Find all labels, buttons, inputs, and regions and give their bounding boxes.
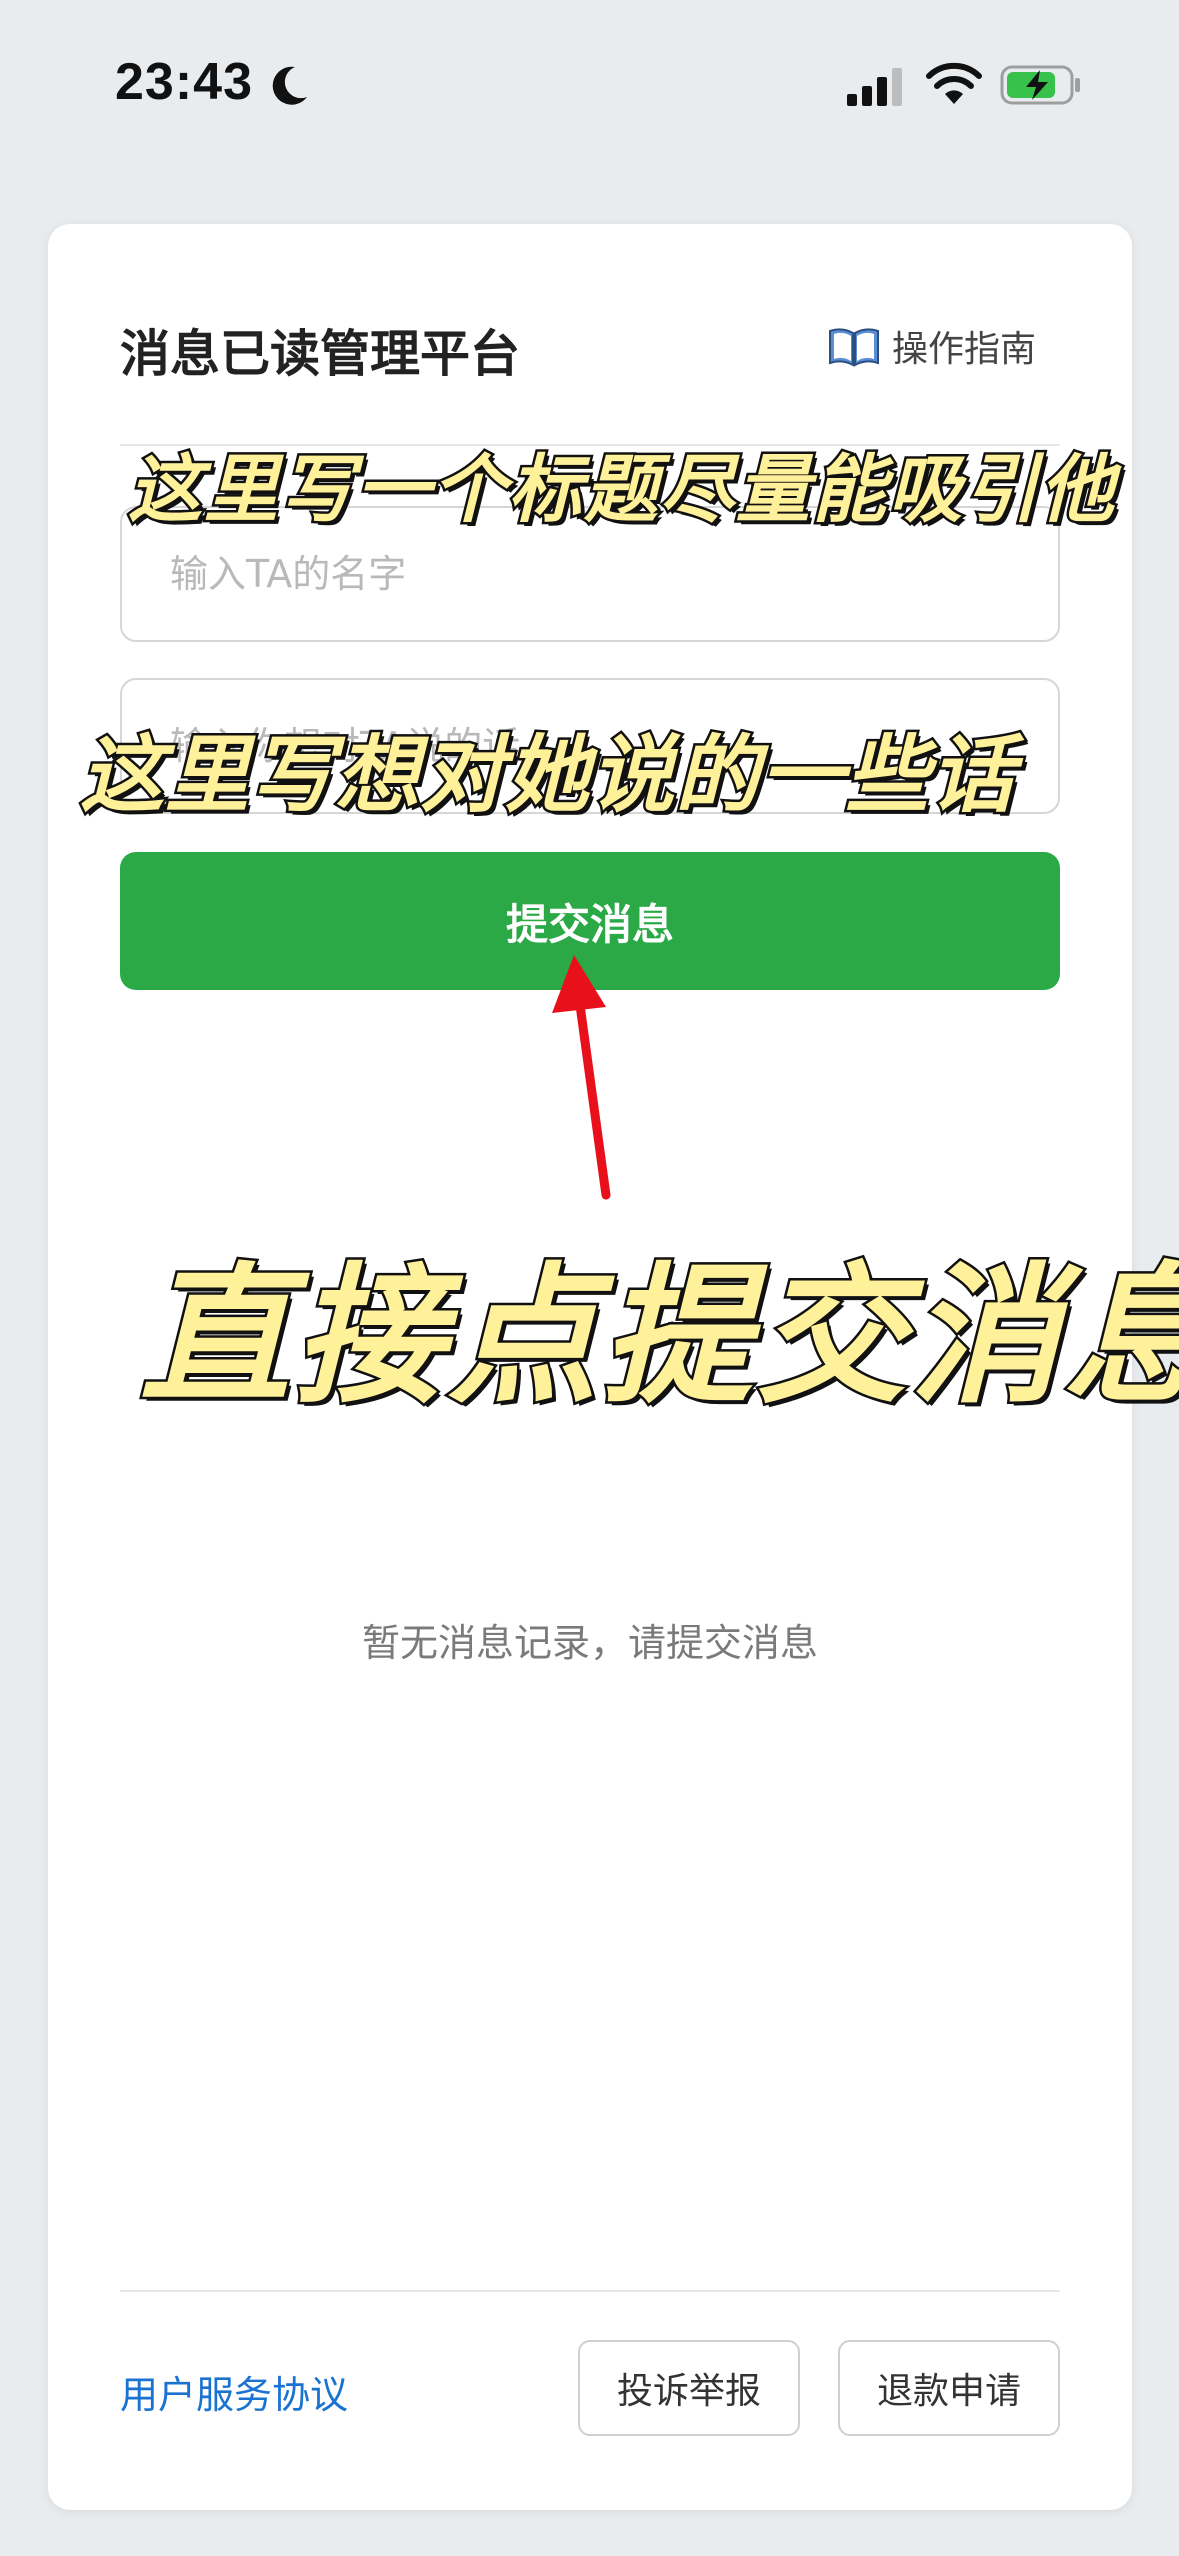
screen: 23:43 消息已读管理平台 操作指南 输入TA的名字 输入你想对TA说的话 提… <box>0 0 1179 2556</box>
divider <box>120 444 1060 446</box>
wifi-icon <box>926 62 982 104</box>
main-card: 消息已读管理平台 操作指南 提交消息 暂无消息记录，请提交消息 用户服务协议 投… <box>48 224 1132 2510</box>
page-title: 消息已读管理平台 <box>120 325 520 383</box>
battery-charging-icon <box>1000 65 1080 105</box>
guide-label: 操作指南 <box>891 329 1036 370</box>
red-arrow-icon <box>552 955 611 1200</box>
user-agreement-link[interactable]: 用户服务协议 <box>120 2364 348 2419</box>
empty-state-text: 暂无消息记录，请提交消息 <box>361 1621 818 1665</box>
complaint-button[interactable]: 投诉举报 <box>578 2340 800 2436</box>
guide-link[interactable]: 操作指南 <box>828 320 1036 372</box>
message-input[interactable] <box>120 678 1060 814</box>
status-bar: 23:43 <box>0 0 1179 180</box>
refund-button[interactable]: 退款申请 <box>838 2340 1060 2436</box>
name-input[interactable] <box>120 506 1060 642</box>
moon-icon <box>272 66 307 105</box>
book-icon <box>828 328 879 367</box>
signal-icon <box>847 68 902 106</box>
divider <box>120 2290 1060 2292</box>
status-time: 23:43 <box>115 53 253 111</box>
